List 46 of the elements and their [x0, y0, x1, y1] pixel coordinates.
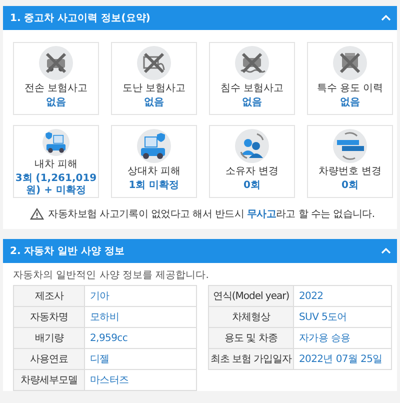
- card-value: 없음: [46, 97, 66, 109]
- plate-swap-icon: [333, 129, 367, 163]
- section-title: 2. 자동차 일반 사양 정보: [10, 245, 125, 258]
- warning-icon: [30, 208, 44, 220]
- card-label: 차량번호 변경: [318, 166, 382, 178]
- table-cell: 용도 및 차종: [209, 328, 294, 348]
- table-cell: 디젤: [85, 349, 197, 369]
- table-cell: 2022년 07월 25일: [294, 349, 392, 369]
- table-cell: 2022: [294, 286, 392, 306]
- table-cell: 최초 보험 가입일자: [209, 349, 294, 369]
- people-swap-icon: [235, 129, 269, 163]
- card-label: 침수 보험사고: [220, 83, 284, 95]
- card-value: 없음: [242, 97, 262, 109]
- chevron-icon[interactable]: [381, 15, 391, 21]
- table-cell: 사용연료: [14, 349, 85, 369]
- card-label: 도난 보험사고: [122, 83, 186, 95]
- table-cell: 2,959cc: [85, 328, 197, 348]
- card-value: 0회: [244, 180, 260, 192]
- table-cell: 자동차명: [14, 307, 85, 327]
- table-cell: 자가용 승용: [294, 328, 392, 348]
- table-cell: 모하비: [85, 307, 197, 327]
- section-title: 1. 중고차 사고이력 정보(요약): [10, 12, 150, 25]
- table-cell: 차량세부모델: [14, 370, 85, 390]
- card-label: 전손 보험사고: [24, 83, 88, 95]
- section-description: 자동차의 일반적인 사양 정보를 제공합니다.: [13, 269, 210, 282]
- table-cell: 차체형상: [209, 307, 294, 327]
- table-cell: SUV 5도어: [294, 307, 392, 327]
- card-value: 없음: [340, 97, 360, 109]
- chevron-icon[interactable]: [381, 248, 391, 254]
- card-label: 상대차 피해: [127, 166, 181, 178]
- card-label: 내차 피해: [34, 159, 78, 171]
- section-header[interactable]: 2. 자동차 일반 사양 정보: [3, 239, 397, 263]
- car-shield-icon: [137, 129, 171, 163]
- table-cell: 배기량: [14, 328, 85, 348]
- table-cell: 제조사: [14, 286, 85, 306]
- card-label: 소유자 변경: [225, 166, 279, 178]
- card-value: 1회 미확정: [128, 180, 180, 192]
- table-cell: 마스터즈: [85, 370, 197, 390]
- table-cell: 기아: [85, 286, 197, 306]
- notice-text: 자동차보험 사고기록이 없었다고 해서 반드시 무사고라고 할 수는 없습니다.: [48, 208, 375, 221]
- card-label: 특수 용도 이력: [316, 83, 384, 95]
- table-cell: 연식(Model year): [209, 286, 294, 306]
- section-header[interactable]: 1. 중고차 사고이력 정보(요약): [3, 6, 397, 30]
- card-value: 없음: [144, 97, 164, 109]
- card-value: 0회: [342, 180, 358, 192]
- card-value: 3회 (1,261,019 원) + 미확정: [14, 173, 98, 197]
